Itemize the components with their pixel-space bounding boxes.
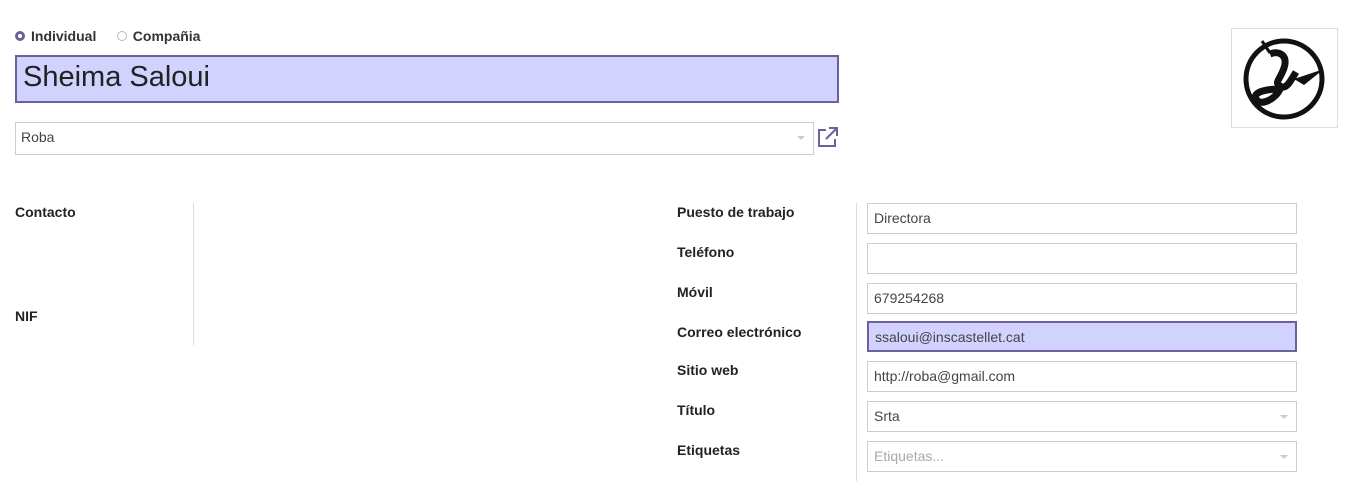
company-value: Roba [21,129,55,145]
mobile-input[interactable]: 679254268 [867,283,1297,314]
field-label-mobile: Móvil [677,284,713,300]
radio-company[interactable]: Compañia [116,27,217,44]
field-label-title: Título [677,402,716,418]
caret-down-icon [797,136,805,140]
tags-placeholder: Etiquetas... [874,448,945,464]
email-input[interactable]: ssaloui@inscastellet.cat [867,321,1297,352]
radio-empty-icon [116,30,127,41]
job-position-input[interactable]: Directora [867,203,1297,234]
name-input[interactable]: Sheima Saloui [15,55,839,103]
title-select[interactable]: Srta [867,401,1297,432]
tags-input[interactable]: Etiquetas... [867,441,1297,472]
avatar-logo[interactable] [1231,28,1338,128]
divider [193,203,194,345]
caret-down-icon [1280,415,1288,419]
website-input[interactable]: http://roba@gmail.com [867,361,1297,392]
title-value: Srta [874,408,900,424]
field-label-email: Correo electrónico [677,324,802,340]
contact-label: Contacto [15,204,76,220]
partner-type-radio-group: Individual Compañia [15,27,216,45]
external-link-icon[interactable] [817,126,839,148]
nif-label: NIF [15,308,38,324]
caret-down-icon [1280,455,1288,459]
field-label-phone: Teléfono [677,244,735,260]
field-label-tags: Etiquetas [677,442,741,458]
divider [856,203,857,481]
radio-individual[interactable]: Individual [15,27,112,44]
phone-input[interactable] [867,243,1297,274]
field-label-job: Puesto de trabajo [677,204,795,220]
company-select[interactable]: Roba [15,122,814,155]
logo-image [1243,38,1325,120]
radio-selected-icon [15,30,25,41]
field-label-website: Sitio web [677,362,739,378]
